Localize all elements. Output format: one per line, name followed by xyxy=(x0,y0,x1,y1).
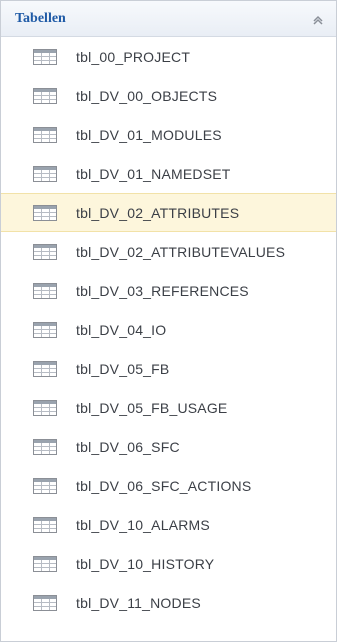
list-item[interactable]: tbl_DV_02_ATTRIBUTES xyxy=(1,193,336,232)
table-icon xyxy=(33,399,76,416)
list-item-label: tbl_DV_03_REFERENCES xyxy=(76,282,249,299)
list-item[interactable]: tbl_00_PROJECT xyxy=(1,37,336,76)
table-icon xyxy=(33,243,76,260)
list-item[interactable]: tbl_DV_00_OBJECTS xyxy=(1,76,336,115)
table-list: tbl_00_PROJECT tbl_DV_00_OBJECTS tbl_DV_01… xyxy=(1,37,336,641)
list-item[interactable]: tbl_DV_06_SFC xyxy=(1,427,336,466)
list-item-label: tbl_DV_11_NODES xyxy=(76,594,201,611)
list-item-label: tbl_DV_05_FB_USAGE xyxy=(76,399,228,416)
list-item[interactable]: tbl_DV_02_ATTRIBUTEVALUES xyxy=(1,232,336,271)
list-item-label: tbl_DV_02_ATTRIBUTES xyxy=(76,204,240,221)
list-item-label: tbl_DV_02_ATTRIBUTEVALUES xyxy=(76,243,286,260)
navigation-pane: Tabellen tbl_00_PROJECT tbl_DV_00_OBJECTS… xyxy=(0,0,337,642)
table-icon xyxy=(33,126,76,143)
list-item[interactable]: tbl_DV_10_HISTORY xyxy=(1,544,336,583)
table-icon xyxy=(33,360,76,377)
list-item-label: tbl_DV_01_NAMEDSET xyxy=(76,165,231,182)
list-item-label: tbl_DV_06_SFC xyxy=(76,438,180,455)
list-item-label: tbl_DV_00_OBJECTS xyxy=(76,87,218,104)
table-icon xyxy=(33,594,76,611)
list-item[interactable]: tbl_DV_06_SFC_ACTIONS xyxy=(1,466,336,505)
list-item-label: tbl_DV_05_FB xyxy=(76,360,170,377)
table-icon xyxy=(33,204,76,221)
list-item-label: tbl_DV_10_ALARMS xyxy=(76,516,210,533)
list-item-label: tbl_DV_01_MODULES xyxy=(76,126,222,143)
list-item-label: tbl_DV_04_IO xyxy=(76,321,167,338)
chevron-up-icon[interactable] xyxy=(310,11,326,27)
list-item-label: tbl_00_PROJECT xyxy=(76,48,191,65)
group-header-tables[interactable]: Tabellen xyxy=(1,1,336,37)
table-icon xyxy=(33,48,76,65)
table-icon xyxy=(33,516,76,533)
table-icon xyxy=(33,87,76,104)
table-icon xyxy=(33,282,76,299)
list-item[interactable]: tbl_DV_01_MODULES xyxy=(1,115,336,154)
list-item[interactable]: tbl_DV_03_REFERENCES xyxy=(1,271,336,310)
list-item[interactable]: tbl_DV_10_ALARMS xyxy=(1,505,336,544)
list-item-label: tbl_DV_10_HISTORY xyxy=(76,555,215,572)
table-icon xyxy=(33,165,76,182)
table-icon xyxy=(33,438,76,455)
list-item[interactable]: tbl_DV_01_NAMEDSET xyxy=(1,154,336,193)
group-title: Tabellen xyxy=(15,10,66,26)
table-icon xyxy=(33,555,76,572)
list-item[interactable]: tbl_DV_11_NODES xyxy=(1,583,336,622)
table-icon xyxy=(33,477,76,494)
list-item[interactable]: tbl_DV_04_IO xyxy=(1,310,336,349)
list-item[interactable]: tbl_DV_05_FB_USAGE xyxy=(1,388,336,427)
list-item[interactable]: tbl_DV_05_FB xyxy=(1,349,336,388)
list-item-label: tbl_DV_06_SFC_ACTIONS xyxy=(76,477,252,494)
table-icon xyxy=(33,321,76,338)
